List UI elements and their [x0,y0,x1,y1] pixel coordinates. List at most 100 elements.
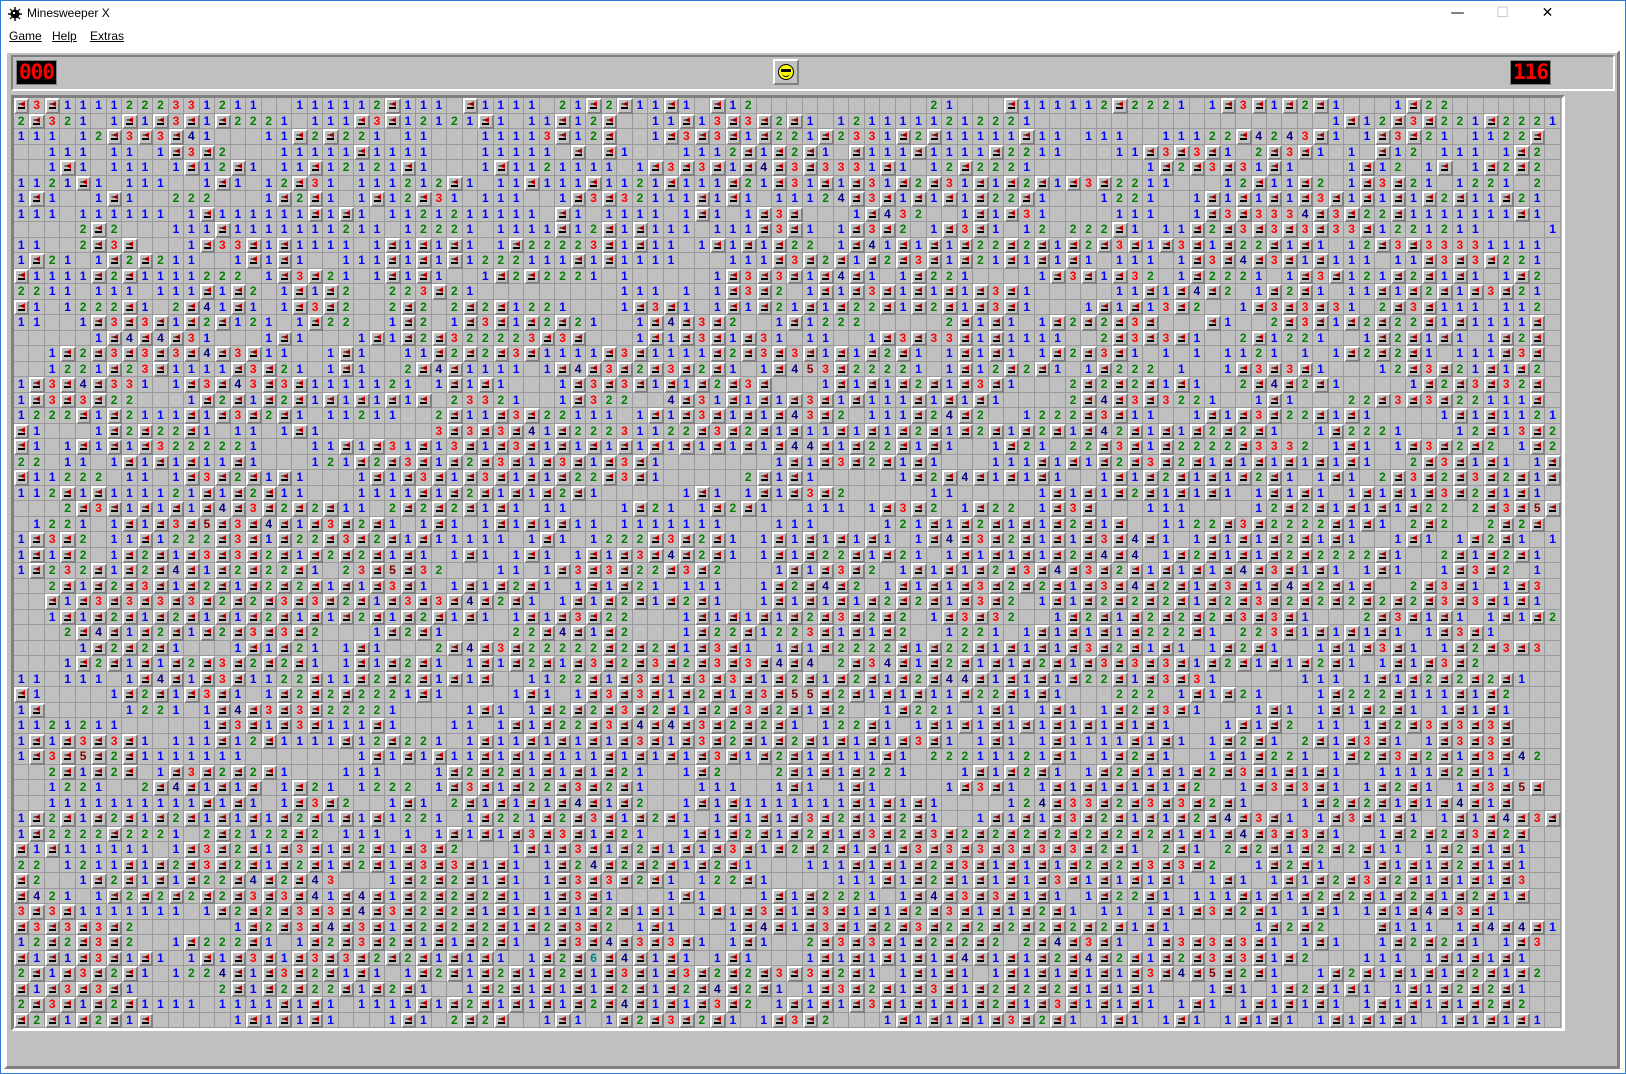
number-cell[interactable]: 1 [664,501,679,517]
open-cell[interactable] [1019,377,1034,393]
open-cell[interactable] [834,207,849,223]
number-cell[interactable]: 1 [1391,145,1406,161]
number-cell[interactable]: 1 [555,176,570,192]
number-cell[interactable]: 1 [1313,718,1328,734]
flag-icon[interactable] [1174,145,1189,161]
number-cell[interactable]: 1 [60,796,75,812]
number-cell[interactable]: 1 [1035,734,1050,750]
flag-icon[interactable] [818,393,833,409]
flag-icon[interactable] [246,346,261,362]
flag-icon[interactable] [292,563,307,579]
flag-icon[interactable] [1267,284,1282,300]
number-cell[interactable]: 1 [757,145,772,161]
open-cell[interactable] [1545,827,1560,843]
flag-icon[interactable] [803,579,818,595]
flag-icon[interactable] [787,424,802,440]
number-cell[interactable]: 2 [1066,315,1081,331]
flag-icon[interactable] [911,858,926,874]
flag-icon[interactable] [1391,300,1406,316]
number-cell[interactable]: 1 [787,796,802,812]
number-cell[interactable]: 2 [1252,625,1267,641]
open-cell[interactable] [370,501,385,517]
number-cell[interactable]: 4 [942,532,957,548]
number-cell[interactable]: 1 [1453,749,1468,765]
number-cell[interactable]: 2 [1360,687,1375,703]
number-cell[interactable]: 2 [1313,594,1328,610]
number-cell[interactable]: 1 [664,734,679,750]
open-cell[interactable] [29,796,44,812]
open-cell[interactable] [617,114,632,130]
number-cell[interactable]: 1 [1035,749,1050,765]
number-cell[interactable]: 2 [339,594,354,610]
open-cell[interactable] [1468,517,1483,533]
open-cell[interactable] [1112,501,1127,517]
number-cell[interactable]: 1 [865,269,880,285]
number-cell[interactable]: 1 [1004,129,1019,145]
number-cell[interactable]: 1 [1422,625,1437,641]
number-cell[interactable]: 1 [973,718,988,734]
open-cell[interactable] [865,703,880,719]
number-cell[interactable]: 1 [664,114,679,130]
open-cell[interactable] [138,765,153,781]
number-cell[interactable]: 1 [1422,222,1437,238]
number-cell[interactable]: 2 [107,300,122,316]
flag-icon[interactable] [695,796,710,812]
flag-icon[interactable] [1545,501,1560,517]
number-cell[interactable]: 1 [571,207,586,223]
open-cell[interactable] [1437,424,1452,440]
number-cell[interactable]: 1 [1344,145,1359,161]
number-cell[interactable]: 1 [741,811,756,827]
flag-icon[interactable] [1360,703,1375,719]
open-cell[interactable] [1530,827,1545,843]
number-cell[interactable]: 2 [555,641,570,657]
flag-icon[interactable] [184,424,199,440]
flag-icon[interactable] [1406,346,1421,362]
flag-icon[interactable] [710,315,725,331]
number-cell[interactable]: 1 [803,315,818,331]
number-cell[interactable]: 2 [1406,269,1421,285]
open-cell[interactable] [1422,563,1437,579]
number-cell[interactable]: 1 [509,393,524,409]
open-cell[interactable] [1190,501,1205,517]
flag-icon[interactable] [1190,827,1205,843]
number-cell[interactable]: 2 [246,114,261,130]
open-cell[interactable] [509,703,524,719]
number-cell[interactable]: 2 [401,625,416,641]
number-cell[interactable]: 2 [571,858,586,874]
open-cell[interactable] [1545,625,1560,641]
number-cell[interactable]: 1 [772,315,787,331]
open-cell[interactable] [1205,362,1220,378]
number-cell[interactable]: 1 [107,718,122,734]
open-cell[interactable] [354,238,369,254]
flag-icon[interactable] [880,548,895,564]
flag-icon[interactable] [1391,269,1406,285]
flag-icon[interactable] [1221,610,1236,626]
number-cell[interactable]: 2 [571,718,586,734]
flag-icon[interactable] [1019,579,1034,595]
flag-icon[interactable] [215,827,230,843]
flag-icon[interactable] [633,749,648,765]
number-cell[interactable]: 1 [648,594,663,610]
number-cell[interactable]: 1 [757,501,772,517]
number-cell[interactable]: 1 [169,377,184,393]
flag-icon[interactable] [1252,749,1267,765]
number-cell[interactable]: 2 [1112,455,1127,471]
close-button[interactable]: ✕ [1525,1,1570,26]
flag-icon[interactable] [1050,579,1065,595]
open-cell[interactable] [849,98,864,114]
open-cell[interactable] [679,253,694,269]
number-cell[interactable]: 1 [1128,470,1143,486]
number-cell[interactable]: 1 [494,827,509,843]
flag-icon[interactable] [1499,191,1514,207]
number-cell[interactable]: 1 [153,145,168,161]
flag-icon[interactable] [1406,393,1421,409]
flag-icon[interactable] [370,842,385,858]
number-cell[interactable]: 1 [880,408,895,424]
number-cell[interactable]: 1 [1499,486,1514,502]
flag-icon[interactable] [772,734,787,750]
number-cell[interactable]: 2 [246,315,261,331]
number-cell[interactable]: 1 [416,796,431,812]
number-cell[interactable]: 1 [200,734,215,750]
flag-icon[interactable] [524,579,539,595]
number-cell[interactable]: 1 [1019,672,1034,688]
